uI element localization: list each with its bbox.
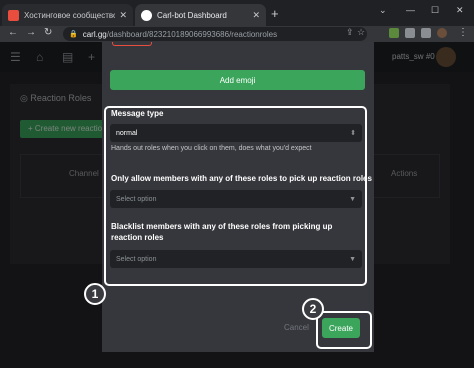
puzzle-icon[interactable] [421,28,431,38]
tab-search-icon[interactable]: ⌄ [379,5,387,16]
lock-icon: 🔒 [69,31,78,38]
tab-hosting-community[interactable]: Хостинговое сообщество «Time» ✕ [2,4,133,26]
annotation-badge-2: 2 [302,298,324,320]
extension-icon[interactable] [389,28,399,38]
window-close-icon[interactable]: ✕ [456,5,464,16]
address-bar-row: ← → ↻ 🔒 carl.gg /dashboard/8232101890669… [0,26,474,42]
add-emoji-button[interactable]: Add emoji [110,70,365,90]
extension-icon[interactable] [405,28,415,38]
tab-favicon-icon [141,9,152,21]
tab-close-icon[interactable]: ✕ [252,10,260,21]
minimize-icon[interactable]: — [406,5,415,15]
share-icon[interactable]: ⇪ [346,27,354,38]
star-icon[interactable]: ☆ [357,27,365,38]
url-path: /dashboard/823210189066993686/reactionro… [106,29,278,39]
tab-favicon-icon [8,9,19,21]
profile-icon[interactable] [437,28,447,38]
highlight-box-settings [104,106,367,286]
tab-close-icon[interactable]: ✕ [119,10,127,21]
highlight-box-create [316,311,372,349]
back-icon[interactable]: ← [8,27,18,38]
annotation-badge-1: 1 [84,283,106,305]
more-icon[interactable]: ⋮ [458,27,468,38]
url-input[interactable]: 🔒 carl.gg /dashboard/823210189066993686/… [63,27,367,41]
tab-carlbot-dashboard[interactable]: Carl-bot Dashboard ✕ [135,4,266,26]
new-tab-button[interactable]: + [271,6,279,21]
url-host: carl.gg [82,29,107,39]
maximize-icon[interactable]: ☐ [431,5,439,16]
emoji-tag [112,42,152,46]
browser-tab-bar: Хостинговое сообщество «Time» ✕ Carl-bot… [0,0,474,26]
cancel-button[interactable]: Cancel [284,323,309,332]
reload-icon[interactable]: ↻ [44,27,52,38]
tab-title: Carl-bot Dashboard [157,10,227,20]
forward-icon[interactable]: → [26,27,36,38]
tab-title: Хостинговое сообщество «Time» [24,10,116,20]
